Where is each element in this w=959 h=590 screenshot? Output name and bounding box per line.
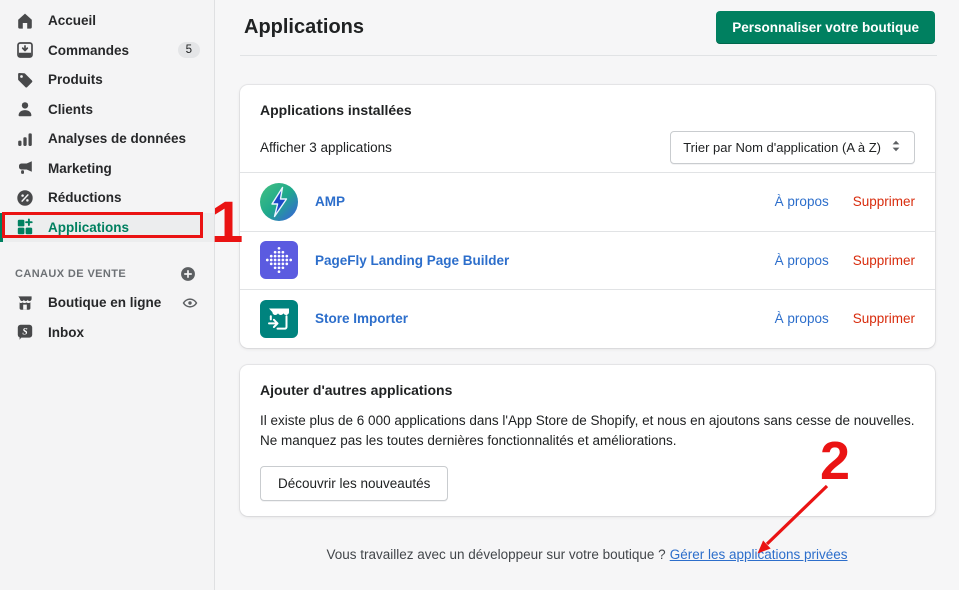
add-channel-icon[interactable] xyxy=(178,264,198,284)
discover-apps-body: Il existe plus de 6 000 applications dan… xyxy=(260,412,915,449)
sales-channels-section: CANAUX DE VENTE xyxy=(0,260,214,288)
sort-select-value: Trier par Nom d'application (A à Z) xyxy=(683,140,881,155)
sidebar-item-accueil[interactable]: Accueil xyxy=(0,6,214,36)
apps-count-label: Afficher 3 applications xyxy=(260,140,392,155)
sidebar-item-label: Clients xyxy=(48,101,94,117)
sidebar-item-label: Commandes xyxy=(48,42,130,58)
app-name-link[interactable]: PageFly Landing Page Builder xyxy=(315,253,509,268)
store-importer-app-icon xyxy=(260,299,298,338)
about-link[interactable]: À propos xyxy=(775,253,829,268)
orders-count-badge: 5 xyxy=(177,42,200,59)
discover-apps-title: Ajouter d'autres applications xyxy=(260,381,453,398)
amp-app-icon xyxy=(260,182,298,221)
discount-icon xyxy=(15,188,35,208)
sidebar-item-clients[interactable]: Clients xyxy=(0,95,214,125)
sidebar-item-applications[interactable]: Applications xyxy=(0,212,214,242)
sidebar-item-label: Analyses de données xyxy=(48,131,187,147)
sidebar-item-produits[interactable]: Produits xyxy=(0,65,214,95)
sidebar-item-inbox[interactable]: S Inbox xyxy=(0,318,214,348)
footer: Vous travaillez avec un développeur sur … xyxy=(215,547,959,562)
discover-novelties-button[interactable]: Découvrir les nouveautés xyxy=(260,466,449,502)
sidebar-item-boutique-en-ligne[interactable]: Boutique en ligne xyxy=(0,288,214,318)
app-name-link[interactable]: Store Importer xyxy=(315,311,408,326)
person-icon xyxy=(15,99,35,119)
sidebar-item-label: Accueil xyxy=(48,13,97,29)
pagefly-app-icon xyxy=(260,241,298,280)
view-store-eye-icon[interactable] xyxy=(180,293,200,313)
apps-icon xyxy=(15,217,35,237)
orders-icon xyxy=(15,40,35,60)
sales-channels-title: CANAUX DE VENTE xyxy=(15,268,127,280)
installed-apps-card: Applications installées Afficher 3 appli… xyxy=(240,85,935,348)
manage-private-apps-link[interactable]: Gérer les applications privées xyxy=(670,547,848,562)
installed-apps-card-head: Applications installées Afficher 3 appli… xyxy=(240,85,935,172)
app-row-pagefly: PageFly Landing Page Builder À propos Su… xyxy=(240,230,935,290)
megaphone-icon xyxy=(15,158,35,178)
sidebar-item-analyses[interactable]: Analyses de données xyxy=(0,124,214,154)
sidebar-item-label: Réductions xyxy=(48,190,122,206)
sidebar-item-reductions[interactable]: Réductions xyxy=(0,183,214,213)
sidebar-item-label: Boutique en ligne xyxy=(48,295,162,311)
home-icon xyxy=(15,11,35,31)
footer-question: Vous travaillez avec un développeur sur … xyxy=(326,547,666,563)
sidebar-item-marketing[interactable]: Marketing xyxy=(0,154,214,184)
main-content: Applications Personnaliser votre boutiqu… xyxy=(215,0,959,590)
installed-apps-controls: Afficher 3 applications Trier par Nom d'… xyxy=(260,131,915,172)
sidebar-item-label: Produits xyxy=(48,72,103,88)
sidebar-item-label: Marketing xyxy=(48,160,112,176)
discover-apps-card: Ajouter d'autres applications Il existe … xyxy=(240,364,935,517)
storefront-icon xyxy=(15,293,35,313)
page-header: Applications Personnaliser votre boutiqu… xyxy=(215,0,959,44)
about-link[interactable]: À propos xyxy=(775,311,829,326)
sidebar: Accueil Commandes 5 Produits Clients Ana… xyxy=(0,0,215,590)
remove-link[interactable]: Supprimer xyxy=(853,311,915,326)
sidebar-item-label: Applications xyxy=(48,219,130,235)
installed-apps-title: Applications installées xyxy=(260,102,412,118)
about-link[interactable]: À propos xyxy=(775,194,829,209)
updown-caret-icon xyxy=(890,139,902,156)
bar-chart-icon xyxy=(15,129,35,149)
app-name-link[interactable]: AMP xyxy=(315,194,345,209)
app-row-store-importer: Store Importer À propos Supprimer xyxy=(240,289,935,348)
sort-select[interactable]: Trier par Nom d'application (A à Z) xyxy=(670,131,915,164)
tag-icon xyxy=(15,70,35,90)
svg-text:S: S xyxy=(22,328,27,338)
header-divider xyxy=(240,55,937,56)
remove-link[interactable]: Supprimer xyxy=(853,253,915,268)
customize-store-button[interactable]: Personnaliser votre boutique xyxy=(716,10,935,44)
inbox-icon: S xyxy=(15,322,35,342)
sidebar-item-commandes[interactable]: Commandes 5 xyxy=(0,36,214,66)
sidebar-item-label: Inbox xyxy=(48,324,84,340)
page-title: Applications xyxy=(244,15,365,38)
shopify-admin-screen: Accueil Commandes 5 Produits Clients Ana… xyxy=(0,0,959,590)
remove-link[interactable]: Supprimer xyxy=(853,194,915,209)
app-row-amp: AMP À propos Supprimer xyxy=(240,172,935,231)
